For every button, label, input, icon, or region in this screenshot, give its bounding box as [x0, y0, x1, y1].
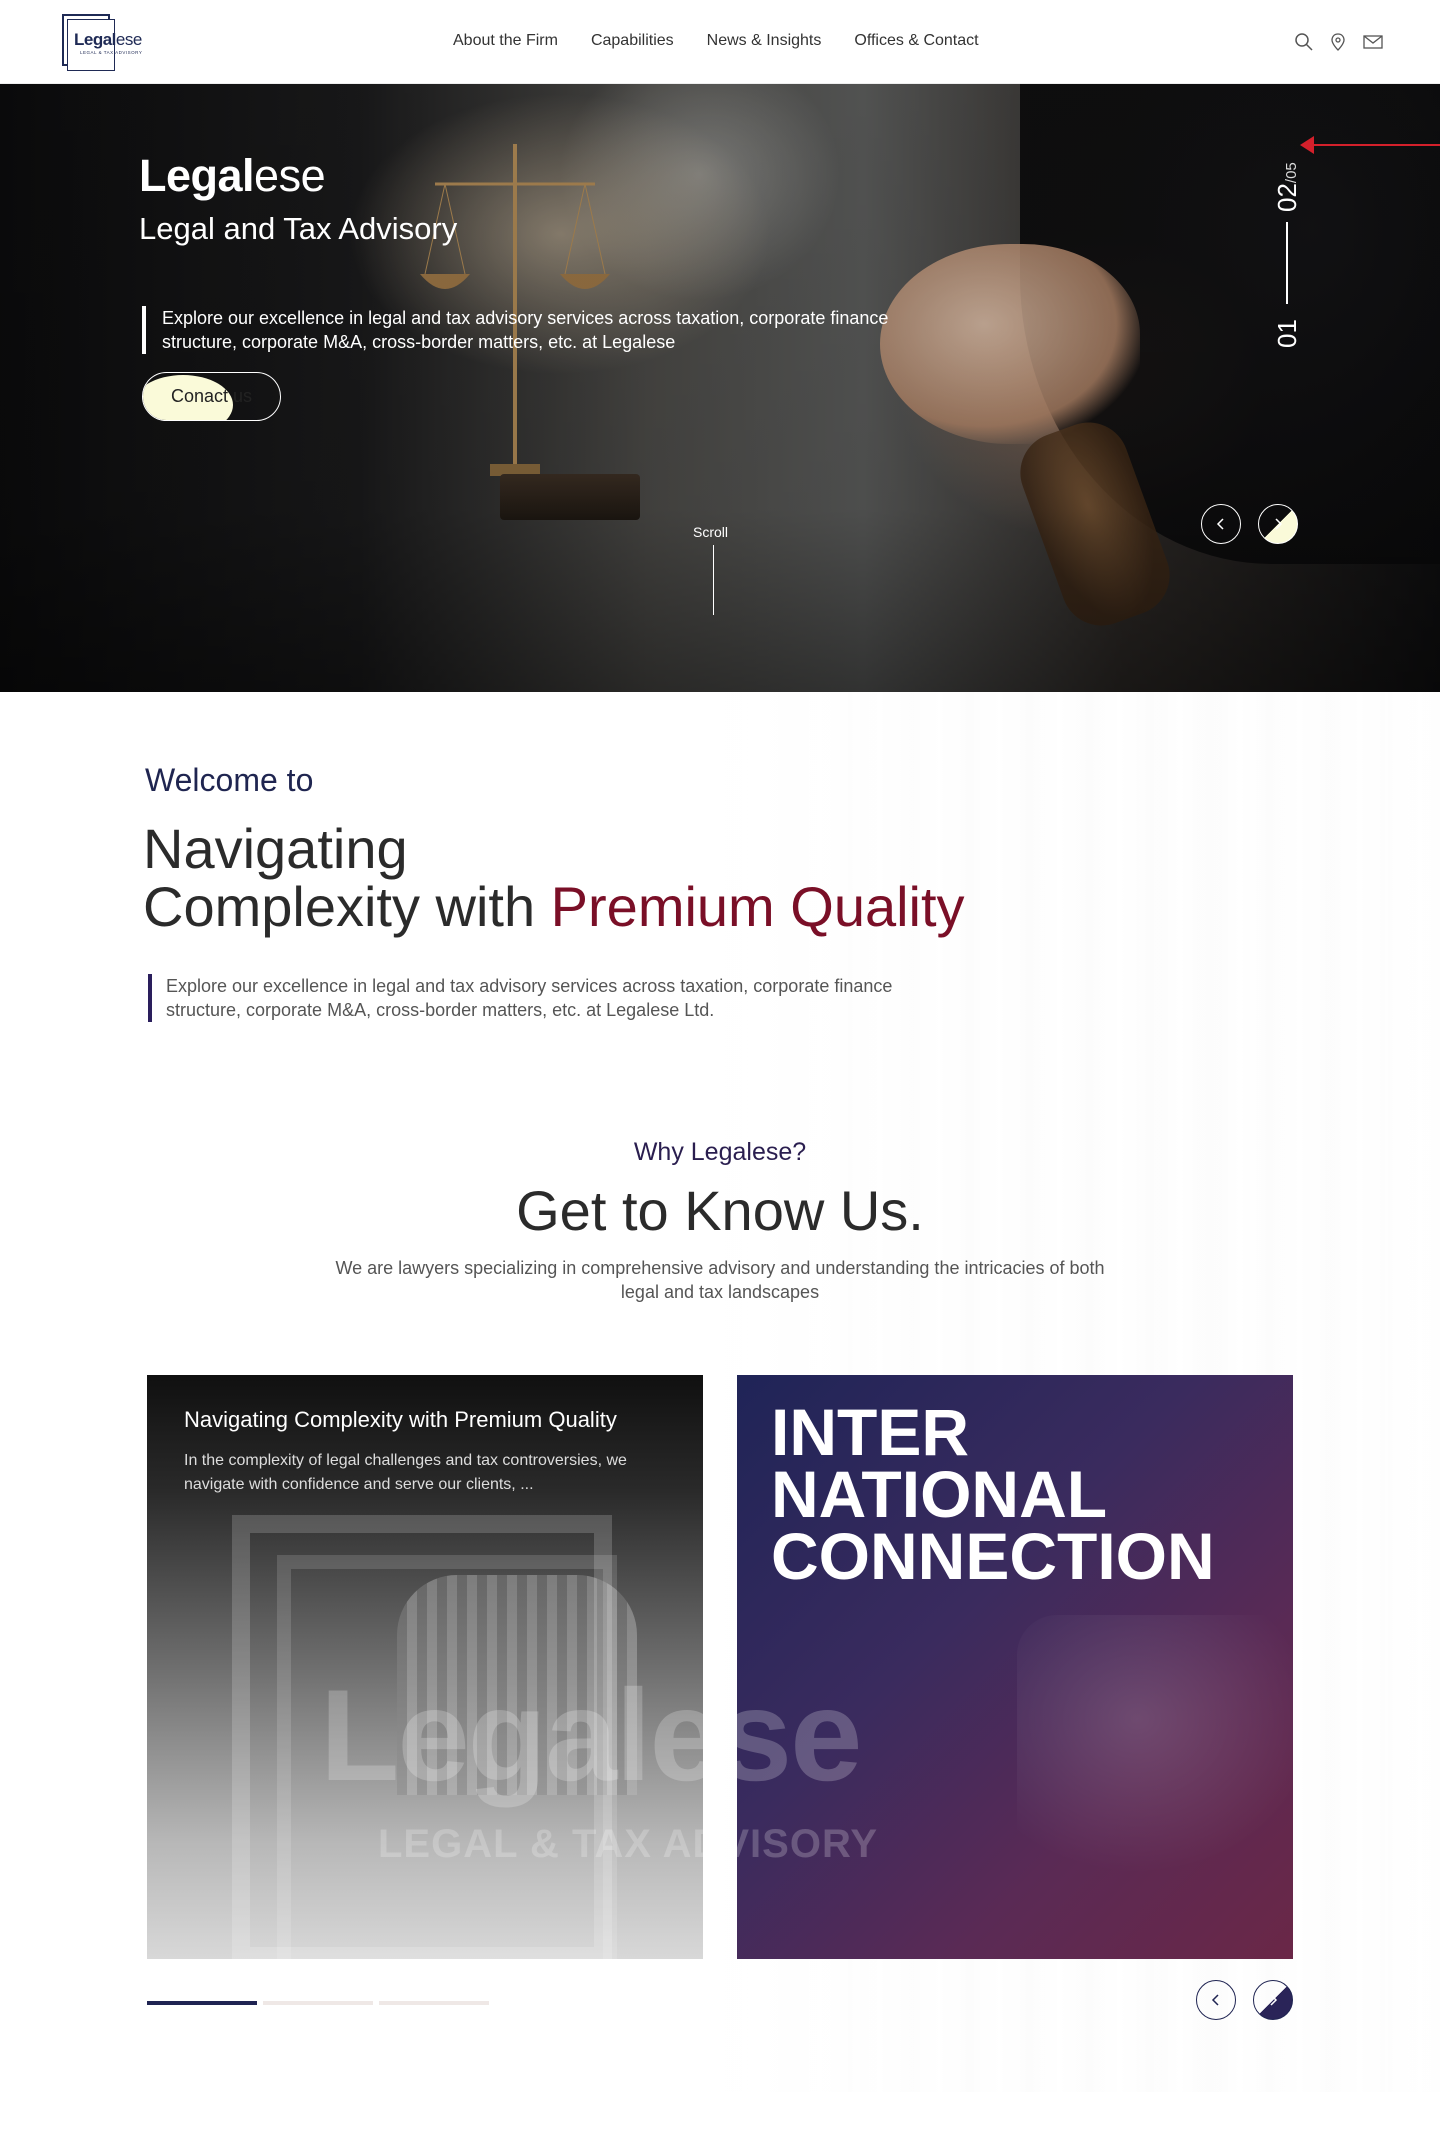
- slide-counter-start: 01: [1272, 319, 1302, 348]
- chevron-right-icon: [1275, 518, 1283, 530]
- carousel-progress: [147, 2001, 489, 2005]
- card-title: INTER NATIONAL CONNECTION: [771, 1395, 1215, 1593]
- slide-counter-current: 02/05: [1272, 162, 1302, 212]
- search-icon[interactable]: [1294, 32, 1314, 52]
- contact-us-label: Conact us: [170, 386, 253, 406]
- scroll-indicator-label: Scroll: [693, 524, 729, 540]
- chevron-left-icon: [1211, 1994, 1219, 2006]
- cards-next-button[interactable]: [1253, 1980, 1293, 2020]
- nav-capabilities[interactable]: Capabilities: [591, 32, 674, 50]
- about-kicker: Why Legalese?: [633, 1138, 807, 1166]
- site-header: Legalese LEGAL & TAX ADVISORY About the …: [0, 0, 1440, 84]
- card-bg-laptop: [1017, 1615, 1293, 1875]
- annotation-arrow-shaft: [1314, 144, 1440, 146]
- contact-us-button[interactable]: Conact us: [142, 372, 281, 421]
- hero-subtitle: Legal and Tax Advisory: [139, 211, 458, 246]
- scroll-indicator-line: [713, 545, 714, 615]
- hero-title: Legalese: [139, 150, 326, 201]
- welcome-heading-line1: Navigating: [143, 817, 408, 880]
- mail-icon[interactable]: [1362, 32, 1383, 52]
- logo-tagline: LEGAL & TAX ADVISORY: [80, 50, 143, 55]
- chevron-left-icon: [1216, 518, 1224, 530]
- carousel-dot-3[interactable]: [379, 2001, 489, 2005]
- welcome-heading-line2: Complexity with: [143, 875, 551, 938]
- chevron-right-icon: [1270, 1994, 1278, 2006]
- welcome-heading: Navigating Complexity with Premium Quali…: [143, 820, 965, 936]
- welcome-heading-accent: Premium Quality: [550, 875, 965, 938]
- slide-counter-line: [1286, 222, 1288, 304]
- about-heading: Get to Know Us.: [516, 1179, 924, 1242]
- main-nav: About the Firm Capabilities News & Insig…: [453, 32, 979, 50]
- header-icons: [1294, 32, 1383, 52]
- watermark-tagline: LEGAL & TAX ADVISORY: [378, 1822, 879, 1866]
- card-description: In the complexity of legal challenges an…: [184, 1452, 627, 1493]
- logo-wordmark: Legalese: [74, 30, 142, 49]
- cards-prev-button[interactable]: [1196, 1980, 1236, 2020]
- hero-prev-button[interactable]: [1201, 504, 1241, 544]
- logo[interactable]: Legalese LEGAL & TAX ADVISORY: [62, 14, 143, 71]
- welcome-kicker: Welcome to: [145, 762, 314, 798]
- carousel-dot-2[interactable]: [263, 2001, 373, 2005]
- nav-news[interactable]: News & Insights: [707, 32, 822, 50]
- welcome-description: Explore our excellence in legal and tax …: [148, 974, 948, 1022]
- hero-description: Explore our excellence in legal and tax …: [142, 306, 902, 354]
- location-pin-icon[interactable]: [1328, 32, 1348, 52]
- hero-slider: Legalese Legal and Tax Advisory Explore …: [0, 84, 1440, 692]
- nav-about[interactable]: About the Firm: [453, 32, 558, 50]
- annotation-arrow-head: [1300, 136, 1314, 154]
- carousel-dot-1[interactable]: [147, 2001, 257, 2005]
- watermark-logo: Legalese: [320, 1662, 862, 1808]
- about-description: We are lawyers specializing in comprehen…: [335, 1258, 1105, 1302]
- hero-next-button[interactable]: [1258, 504, 1298, 544]
- nav-offices[interactable]: Offices & Contact: [854, 32, 978, 50]
- card-title: Navigating Complexity with Premium Quali…: [184, 1407, 617, 1432]
